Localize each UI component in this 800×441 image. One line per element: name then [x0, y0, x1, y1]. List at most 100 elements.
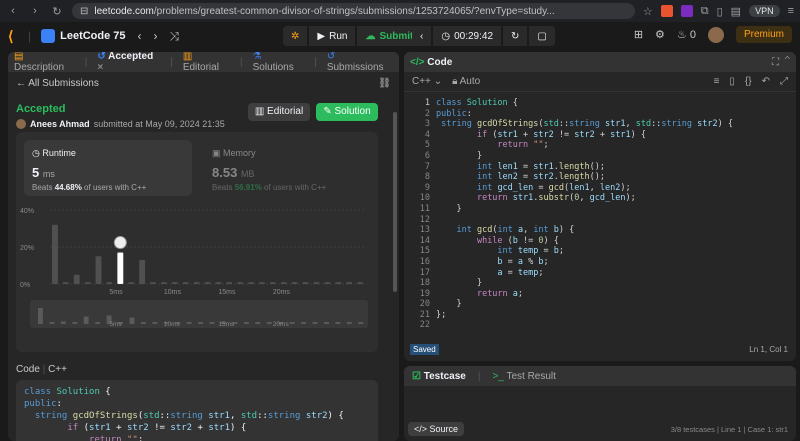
user-avatar[interactable]	[707, 26, 724, 43]
editorial-button[interactable]: ▥ Editorial	[248, 103, 310, 121]
link-icon[interactable]: ⛓	[378, 78, 391, 89]
premium-button[interactable]: Premium	[735, 26, 792, 43]
prev-problem-icon[interactable]: ‹	[138, 29, 142, 43]
leetcode-logo-icon[interactable]: ⟨	[8, 28, 24, 44]
site-info-icon[interactable]: ⊟	[80, 6, 88, 17]
bar	[62, 282, 69, 284]
tab-accepted-label: Accepted	[108, 52, 154, 62]
settings-icon[interactable]: ⚙	[655, 28, 665, 41]
beats-prefix: Beats	[32, 183, 55, 192]
line-number: 4	[424, 129, 430, 140]
reload-icon[interactable]: ↻	[50, 5, 64, 18]
code-line: return "";	[89, 435, 144, 441]
tab-separator: |	[477, 370, 481, 382]
mini-bar	[83, 316, 89, 324]
notes-icon[interactable]: ▢	[529, 26, 555, 46]
wallet-icon[interactable]: ▤	[731, 5, 741, 18]
url-path: /problems/greatest-common-divisor-of-str…	[153, 5, 555, 17]
mini-bar	[266, 322, 272, 324]
line-number: 11	[419, 203, 430, 214]
debug-button[interactable]: ✲	[283, 26, 308, 46]
forward-icon[interactable]: ›	[28, 5, 42, 17]
source-button[interactable]: </> Source	[408, 422, 465, 436]
line-number: 9	[424, 182, 430, 193]
collapse-icon[interactable]: ⌃	[785, 57, 790, 68]
mini-bar	[324, 322, 329, 324]
address-bar[interactable]: ⊟ leetcode.com/problems/greatest-common-…	[72, 3, 635, 19]
maximize-icon[interactable]: ⛶	[772, 57, 779, 68]
runtime-card[interactable]: ◷ Runtime 5 ms Beats 44.68% of users wit…	[24, 140, 192, 196]
bar	[226, 282, 233, 284]
testcase-info: 3/8 testcases | Line 1 | Case 1: str1	[670, 425, 788, 434]
timer-button[interactable]: ◷ 00:29:42	[433, 26, 502, 46]
tab-description[interactable]: ▤ Description	[14, 52, 75, 73]
brave-shield-icon[interactable]	[660, 5, 673, 17]
fullscreen-icon[interactable]: ⤢	[780, 76, 788, 87]
braces-icon[interactable]: {}	[745, 76, 752, 87]
alert-extension-icon[interactable]	[680, 5, 693, 17]
streak[interactable]: ♨ 0	[677, 28, 696, 41]
bar	[280, 282, 287, 284]
bar	[324, 282, 331, 284]
leetcode-header: ⟨ | LeetCode 75 ‹ › ⤨ ✲ ▶ Run ☁ Submit ‹ ◷…	[0, 22, 800, 50]
x-tick-label: 10ms	[164, 289, 182, 296]
layout-icon[interactable]: ⊞	[634, 28, 643, 41]
all-submissions-link[interactable]: ← All Submissions	[16, 78, 99, 89]
sidebar-icon[interactable]: ▯	[717, 5, 723, 18]
mini-bar	[358, 322, 364, 324]
format-icon[interactable]: ≡	[714, 76, 720, 87]
tab-test-result[interactable]: >_ Test Result	[492, 371, 555, 382]
back-icon[interactable]: ‹	[6, 5, 20, 17]
code-editor[interactable]: 1 2 3 4 5 6 7 8 9 10 11 12 13 14 15 16 17 18 19 20 21 22 clas…	[404, 94, 796, 334]
line-number: 2	[424, 108, 430, 119]
submitter-name[interactable]: Anees Ahmad	[30, 119, 90, 129]
editor-code[interactable]: class Solution { public: string gcdOfStr…	[436, 98, 733, 320]
bar	[160, 282, 167, 284]
code-line: return "";	[497, 140, 549, 151]
memory-card[interactable]: ▣ Memory 8.53 MB Beats 56.91% of users w…	[204, 140, 372, 196]
tab-editorial[interactable]: ▥ Editorial	[183, 52, 230, 73]
book-icon: ▥	[182, 52, 193, 62]
next-problem-icon[interactable]: ›	[154, 29, 158, 43]
beats-suffix: of users with C++	[261, 183, 327, 192]
bar	[139, 259, 146, 284]
bar	[150, 282, 156, 284]
tab-solutions[interactable]: ⚗ Solutions	[253, 52, 305, 73]
x-tick-label: 5ms	[109, 289, 123, 296]
reset-code-icon[interactable]: ↶	[762, 76, 770, 87]
code-line: public:	[436, 108, 472, 119]
extensions-icon[interactable]: ⧉	[701, 5, 709, 18]
vpn-button[interactable]: VPN	[749, 5, 780, 17]
code-line: public:	[24, 399, 62, 409]
editorial-button-label: Editorial	[267, 106, 304, 117]
solution-button[interactable]: ✎ Solution	[316, 103, 378, 121]
code-line: }	[436, 299, 462, 310]
language-select[interactable]: C++ ⌄	[412, 76, 442, 87]
saved-status: Saved	[410, 344, 439, 355]
run-button[interactable]: ▶ Run	[309, 26, 356, 46]
shuffle-icon[interactable]: ⤨	[170, 29, 180, 44]
code-tab[interactable]: </> Code	[410, 57, 452, 68]
y-tick-label: 20%	[20, 245, 34, 252]
bookmark-icon[interactable]: ▯	[729, 76, 735, 87]
bookmark-icon[interactable]: ☆	[643, 5, 653, 18]
tab-testcase[interactable]: ☑ Testcase	[412, 371, 466, 382]
close-tab-icon[interactable]: ×	[97, 62, 103, 73]
autocomplete-mode[interactable]: 🔒︎ Auto	[452, 76, 480, 87]
user-avatar-marker	[113, 236, 127, 250]
study-plan-link[interactable]: LeetCode 75	[41, 29, 126, 43]
code-line: string gcdOfStrings(std::string str1, st…	[34, 411, 344, 421]
editor-toolbar: C++ ⌄ 🔒︎ Auto ≡ ▯ {} ↶ ⤢	[404, 72, 796, 92]
tab-accepted[interactable]: ↺ Accepted ×	[97, 52, 160, 73]
collapse-timer-icon[interactable]: ‹	[412, 26, 432, 46]
line-number: 16	[419, 256, 430, 267]
bar	[291, 282, 298, 284]
line-number: 6	[424, 150, 430, 161]
runtime-title: ◷ Runtime	[32, 148, 184, 159]
line-number: 21	[419, 309, 430, 320]
tab-submissions[interactable]: ↺ Submissions	[327, 52, 393, 73]
reset-timer-icon[interactable]: ↻	[503, 26, 528, 46]
left-scrollbar[interactable]	[393, 112, 397, 292]
menu-icon[interactable]: ≡	[788, 5, 794, 17]
bar	[204, 282, 211, 284]
